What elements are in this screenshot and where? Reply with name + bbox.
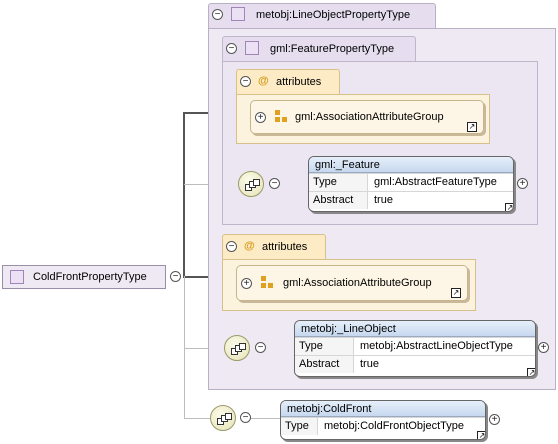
association-attribute-group-2[interactable]: + gml:AssociationAttributeGroup ↗	[236, 265, 468, 301]
feature-element-type-row: Type gml:AbstractFeatureType	[309, 173, 513, 191]
row-key: Type	[281, 418, 318, 435]
complex-type-icon	[231, 7, 245, 21]
sequence-icon	[231, 343, 246, 355]
root-type-box[interactable]: ColdFrontPropertyType	[2, 265, 166, 289]
sequence-2-collapse-toggle[interactable]: −	[255, 342, 266, 353]
group-1-expand-toggle[interactable]: +	[255, 112, 266, 123]
sequence-icon	[217, 413, 232, 425]
attribute-group-icon	[275, 110, 287, 122]
reference-link-icon[interactable]: ↗	[451, 288, 461, 298]
reference-link-icon[interactable]: ↗	[527, 368, 535, 376]
cold-front-element-expand-toggle[interactable]: +	[489, 414, 500, 425]
line-object-element-abstract-row: Abstract true	[295, 355, 535, 373]
sequence-3-collapse-toggle[interactable]: −	[240, 412, 251, 423]
cold-front-element-title: metobj:ColdFront	[281, 401, 485, 417]
connector-cold-front-sequence	[184, 418, 210, 419]
attributes-1-collapse-toggle[interactable]: −	[240, 76, 251, 87]
attributes-1-label: attributes	[276, 76, 322, 88]
attribute-group-icon	[261, 276, 273, 288]
row-value: metobj:ColdFrontObjectType	[324, 420, 465, 432]
root-collapse-toggle[interactable]: −	[170, 271, 181, 282]
attributes-2-collapse-toggle[interactable]: −	[226, 241, 237, 252]
trunk-dark	[183, 112, 185, 277]
feature-element-expand-toggle[interactable]: +	[517, 178, 528, 189]
sequence-compositor-3[interactable]	[210, 405, 236, 431]
row-key: Type	[309, 174, 368, 191]
complex-type-icon	[245, 41, 259, 55]
line-object-element-title: metobj:_LineObject	[295, 321, 535, 337]
trunk-light	[184, 276, 185, 418]
root-type-label: ColdFrontPropertyType	[33, 271, 147, 283]
reference-link-icon[interactable]: ↗	[477, 431, 485, 439]
reference-link-icon[interactable]: ↗	[505, 203, 513, 211]
feature-element-box[interactable]: gml:_Feature Type gml:AbstractFeatureTyp…	[308, 156, 514, 212]
sequence-icon	[245, 179, 260, 191]
attribute-at-icon: @	[258, 75, 269, 87]
row-key: Abstract	[309, 192, 368, 209]
row-value: true	[374, 194, 393, 206]
line-object-element-expand-toggle[interactable]: +	[538, 342, 549, 353]
sequence-1-collapse-toggle[interactable]: −	[269, 178, 280, 189]
feature-element-title: gml:_Feature	[309, 157, 513, 173]
line-object-type-label: metobj:LineObjectPropertyType	[256, 9, 411, 21]
connector-cold-front-element	[250, 418, 280, 419]
line-object-element-type-row: Type metobj:AbstractLineObjectType	[295, 337, 535, 355]
cold-front-element-type-row: Type metobj:ColdFrontObjectType	[281, 417, 485, 435]
row-key: Abstract	[295, 356, 354, 373]
sequence-compositor-2[interactable]	[224, 335, 250, 361]
attribute-at-icon: @	[244, 240, 255, 252]
group-2-label: gml:AssociationAttributeGroup	[283, 277, 432, 289]
row-value: metobj:AbstractLineObjectType	[360, 340, 513, 352]
line-object-element-box[interactable]: metobj:_LineObject Type metobj:AbstractL…	[294, 320, 536, 377]
complex-type-icon	[10, 270, 24, 284]
root-connector	[183, 276, 209, 278]
group-1-label: gml:AssociationAttributeGroup	[295, 111, 444, 123]
association-attribute-group-1[interactable]: + gml:AssociationAttributeGroup ↗	[250, 100, 484, 134]
feature-element-abstract-row: Abstract true	[309, 191, 513, 209]
group-2-expand-toggle[interactable]: +	[241, 278, 252, 289]
row-value: gml:AbstractFeatureType	[374, 176, 497, 188]
attributes-2-label: attributes	[262, 241, 308, 253]
feature-property-type-collapse-toggle[interactable]: −	[226, 43, 237, 54]
feature-property-type-label: gml:FeaturePropertyType	[270, 43, 395, 55]
row-key: Type	[295, 338, 354, 355]
reference-link-icon[interactable]: ↗	[467, 122, 477, 132]
cold-front-element-box[interactable]: metobj:ColdFront Type metobj:ColdFrontOb…	[280, 400, 486, 440]
sequence-compositor-1[interactable]	[238, 171, 264, 197]
row-value: true	[360, 358, 379, 370]
line-object-type-collapse-toggle[interactable]: −	[212, 9, 223, 20]
